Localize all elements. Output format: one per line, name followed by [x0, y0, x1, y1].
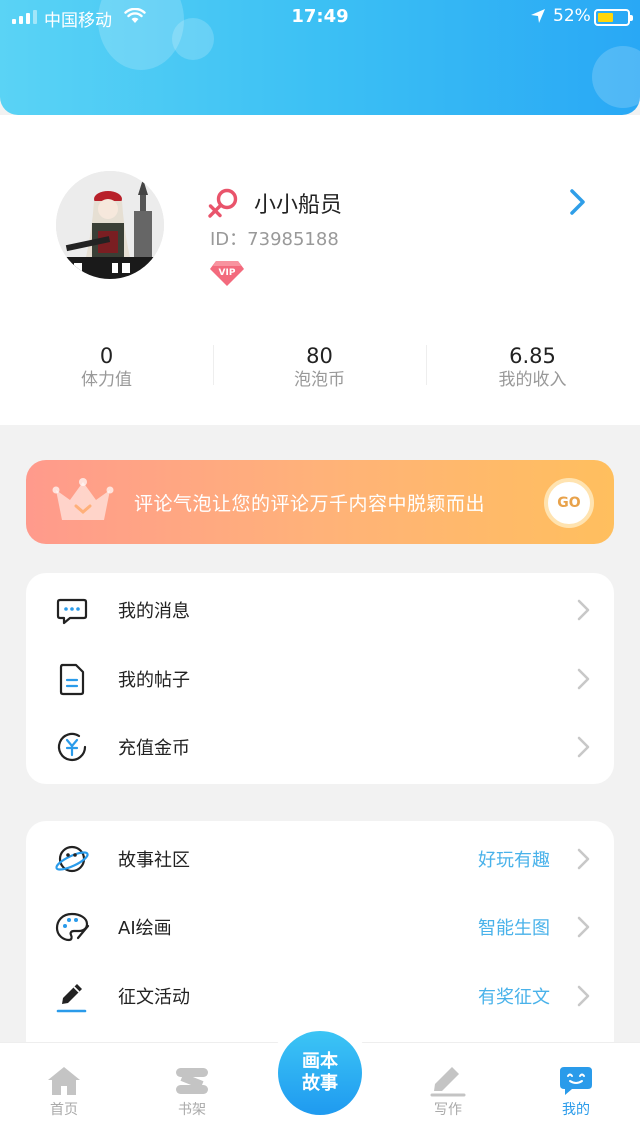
location-arrow-icon	[531, 9, 545, 23]
battery-icon	[594, 9, 633, 26]
chevron-right-icon	[577, 985, 590, 1007]
menu-item-messages[interactable]: 我的消息	[26, 580, 614, 640]
tab-write[interactable]: 写作	[408, 1043, 488, 1119]
stat-label: 我的收入	[498, 370, 567, 390]
tab-label: 写作	[434, 1102, 462, 1118]
username: 小小船员	[254, 193, 343, 218]
decor-bubble	[592, 46, 640, 108]
center-tab-line2: 故事	[302, 1073, 338, 1094]
stat-value: 0	[99, 344, 114, 368]
message-icon	[56, 598, 88, 625]
menu-label: 故事社区	[118, 850, 190, 871]
menu-hint: 好玩有趣	[478, 850, 550, 871]
menu-label: AI绘画	[118, 918, 172, 939]
menu-card-account: 我的消息 我的帖子 充值金币	[26, 573, 614, 784]
bottom-tab-bar: 首页 书架 画本 故事 写作 我的	[0, 1021, 640, 1139]
chevron-right-icon[interactable]	[566, 187, 590, 217]
chevron-right-icon	[577, 599, 590, 621]
center-tab-line1: 画本	[302, 1051, 338, 1072]
mine-chat-face-icon	[560, 1067, 592, 1095]
chevron-right-icon	[577, 916, 590, 938]
menu-item-writing-contest[interactable]: 征文活动 有奖征文	[26, 966, 614, 1026]
menu-label: 我的消息	[118, 601, 190, 622]
tab-label: 首页	[50, 1102, 78, 1118]
comment-bubble-banner[interactable]: 评论气泡让您的评论万千内容中脱颖而出 GO	[26, 460, 614, 544]
menu-label: 充值金币	[118, 738, 190, 759]
crown-icon	[52, 478, 114, 520]
stat-label: 泡泡币	[294, 370, 345, 390]
menu-label: 我的帖子	[118, 670, 190, 691]
chevron-right-icon	[577, 668, 590, 690]
stat-stamina[interactable]: 0 体力值	[0, 343, 213, 391]
go-button[interactable]: GO	[544, 478, 594, 528]
tab-bookshelf[interactable]: 书架	[152, 1043, 232, 1119]
menu-label: 征文活动	[118, 987, 190, 1008]
bookshelf-icon	[176, 1068, 208, 1094]
stat-value: 80	[306, 344, 333, 368]
stats-row: 0 体力值 80 泡泡币 6.85 我的收入	[0, 343, 640, 391]
write-pen-icon	[430, 1067, 466, 1097]
avatar-image	[56, 171, 164, 279]
palette-icon	[55, 912, 90, 942]
menu-item-recharge[interactable]: 充值金币	[26, 717, 614, 777]
svg-text:VIP: VIP	[219, 268, 236, 278]
tab-picture-story[interactable]: 画本 故事	[268, 1021, 372, 1125]
status-bar: 中国移动 17:49 52%	[0, 0, 640, 34]
user-id: ID：73985188	[210, 229, 339, 250]
stat-bubble-coins[interactable]: 80 泡泡币	[213, 343, 426, 391]
menu-hint: 有奖征文	[478, 987, 550, 1008]
tab-mine[interactable]: 我的	[536, 1043, 616, 1119]
document-icon	[59, 663, 85, 696]
home-icon	[48, 1067, 80, 1095]
tab-label: 书架	[178, 1102, 206, 1118]
profile-section[interactable]: 小小船员 ID：73985188 VIP 0 体力值 80 泡泡币 6.85 我…	[0, 115, 640, 425]
tab-home[interactable]: 首页	[24, 1043, 104, 1119]
vip-badge: VIP	[210, 261, 244, 286]
stat-income[interactable]: 6.85 我的收入	[426, 343, 639, 391]
tab-label: 我的	[562, 1102, 590, 1118]
chevron-right-icon	[577, 848, 590, 870]
stat-value: 6.85	[509, 344, 556, 368]
menu-hint: 智能生图	[478, 918, 550, 939]
banner-text: 评论气泡让您的评论万千内容中脱颖而出	[134, 493, 486, 515]
female-gender-icon	[208, 188, 238, 218]
avatar[interactable]	[56, 171, 164, 279]
menu-item-ai-painting[interactable]: AI绘画 智能生图	[26, 897, 614, 957]
chevron-right-icon	[577, 736, 590, 758]
yuan-coin-icon	[57, 732, 87, 762]
picture-story-button[interactable]: 画本 故事	[278, 1031, 362, 1115]
battery-percentage: 52%	[553, 6, 591, 26]
menu-item-story-community[interactable]: 故事社区 好玩有趣	[26, 829, 614, 889]
stat-label: 体力值	[81, 370, 132, 390]
menu-item-my-posts[interactable]: 我的帖子	[26, 649, 614, 709]
planet-icon	[55, 845, 89, 873]
pen-icon	[56, 984, 87, 1013]
